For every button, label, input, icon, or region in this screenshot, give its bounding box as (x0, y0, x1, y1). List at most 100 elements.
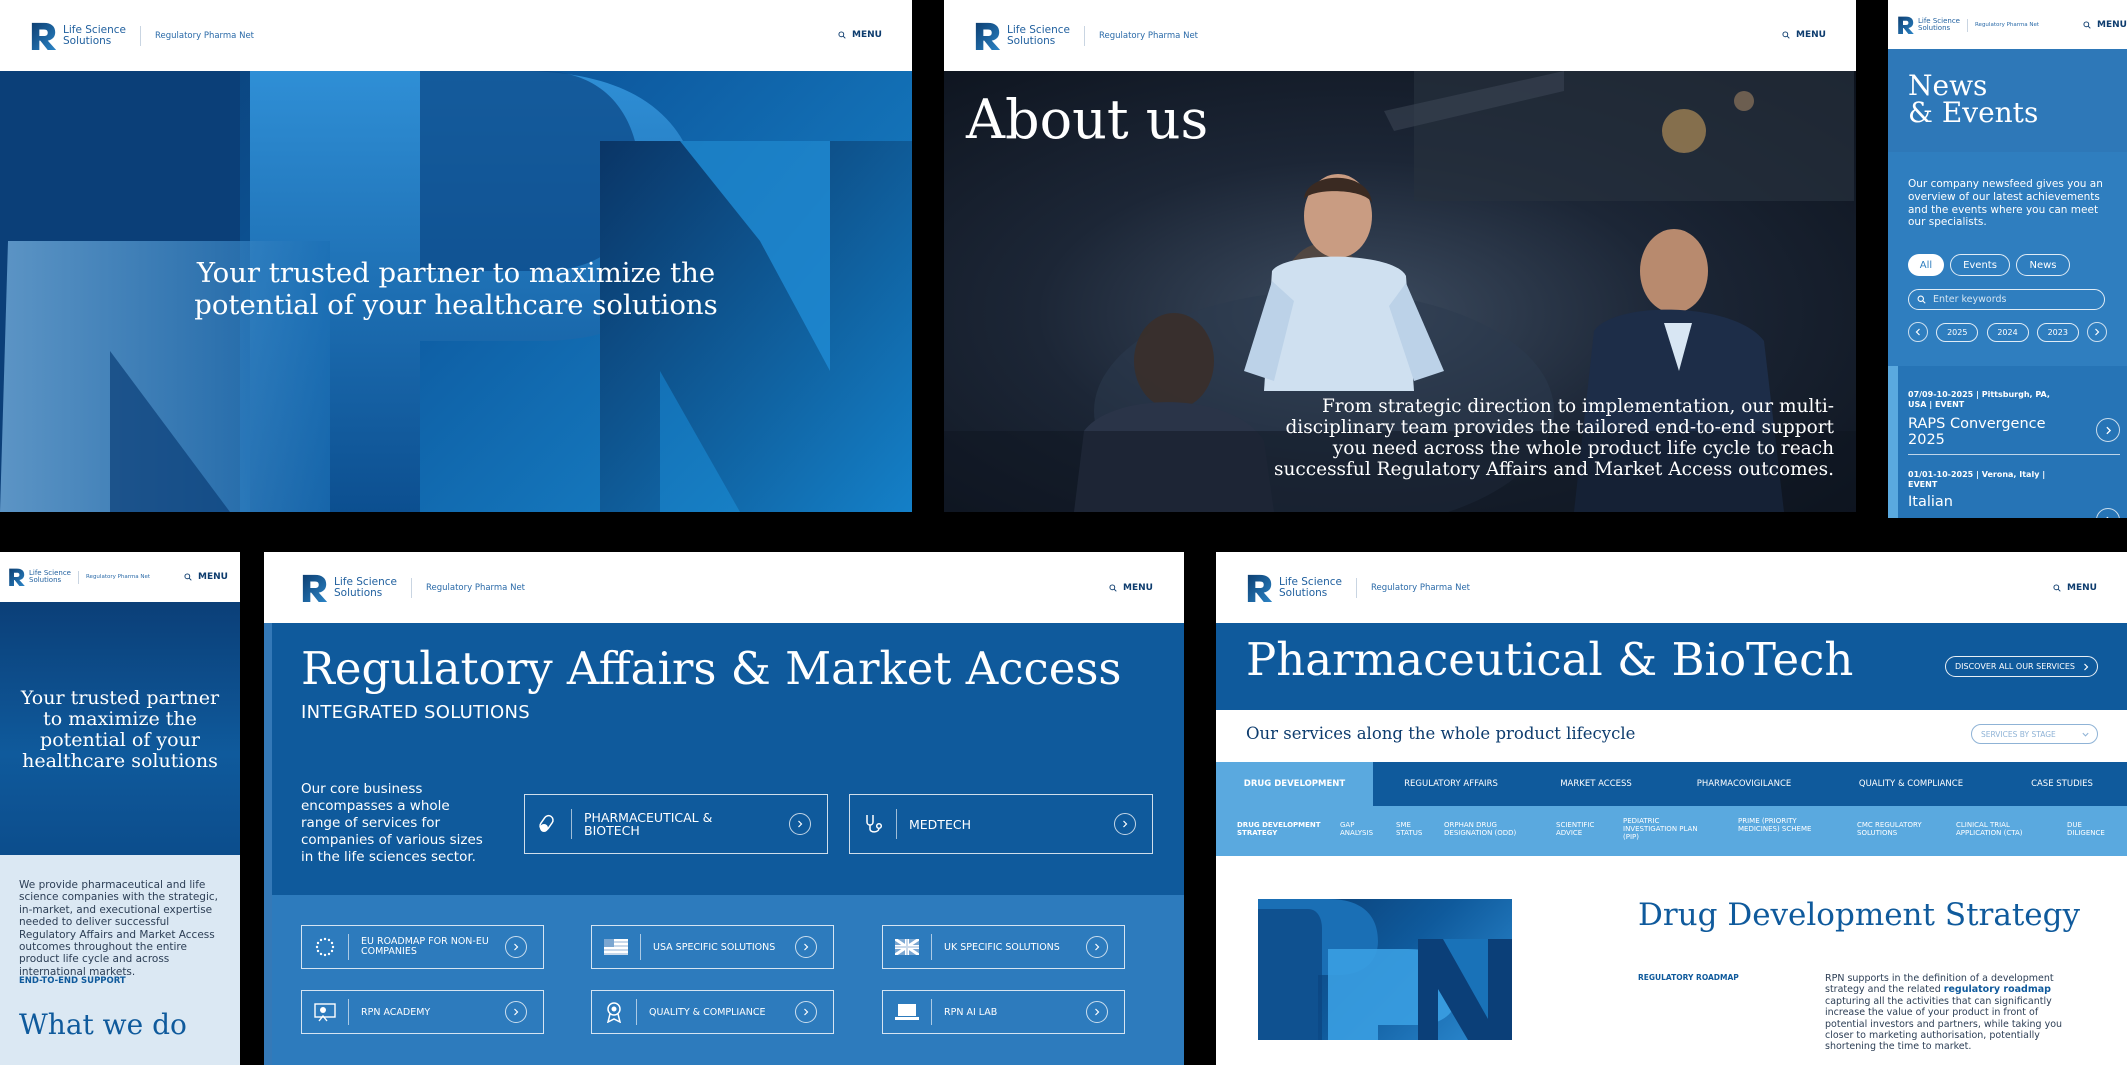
search-icon (2053, 584, 2061, 592)
site-logo[interactable]: Life Science Solutions Regulatory Pharma … (30, 21, 254, 51)
subtab-scientific-advice[interactable]: SCIENTIFIC ADVICE (1556, 821, 1606, 838)
tab-pharmacovigilance[interactable]: PHARMACOVIGILANCE (1663, 762, 1825, 806)
subtab-prime-scheme[interactable]: PRIME (PRIORITY MEDICINES) SCHEME (1738, 817, 1828, 834)
chevron-right-icon (1092, 942, 1102, 952)
news-item-meta: 07/09-10-2025 | Pittsburgh, PA, USA | EV… (1908, 390, 2050, 409)
filter-events[interactable]: Events (1950, 254, 2010, 276)
menu-label: MENU (1123, 583, 1153, 593)
subtab-sme-status[interactable]: SME STATUS (1396, 821, 1430, 838)
year-2023[interactable]: 2023 (2036, 322, 2079, 342)
card-pharmaceutical[interactable]: PHARMACEUTICAL & BIOTECH (524, 794, 828, 854)
chevron-right-icon (2092, 327, 2102, 337)
tile[interactable]: RPN AI LAB (882, 990, 1125, 1034)
tile-arrow-button[interactable] (505, 936, 527, 958)
laptop-icon (895, 1004, 919, 1020)
tile-arrow-button[interactable] (505, 1001, 527, 1023)
tab-regulatory-affairs[interactable]: REGULATORY AFFAIRS (1373, 762, 1529, 806)
news-item[interactable]: 07/09-10-2025 | Pittsburgh, PA, USA | EV… (1908, 390, 2120, 456)
subtab-gap-analysis[interactable]: GAP ANALYSIS (1340, 821, 1384, 838)
chevron-right-icon (2103, 425, 2114, 436)
tile-arrow-button[interactable] (795, 936, 817, 958)
tile[interactable]: RPN ACADEMY (301, 990, 544, 1034)
tab-drug-development[interactable]: DRUG DEVELOPMENT (1216, 762, 1373, 806)
discover-services-button[interactable]: DISCOVER ALL OUR SERVICES (1945, 656, 2098, 677)
subtab-orphan-drug[interactable]: ORPHAN DRUG DESIGNATION (ODD) (1444, 821, 1530, 838)
menu-button[interactable]: MENU (1782, 30, 1826, 40)
menu-button[interactable]: MENU (184, 572, 228, 582)
site-logo[interactable]: Life Science Solutions Regulatory Pharma … (974, 21, 1198, 51)
menu-button[interactable]: MENU (1109, 583, 1153, 593)
site-logo[interactable]: Life Science Solutions Regulatory Pharma … (301, 573, 525, 603)
menu-button[interactable]: MENU (2083, 20, 2127, 30)
subtab-pediatric-plan[interactable]: PEDIATRIC INVESTIGATION PLAN (PIP) (1623, 817, 1715, 841)
subtab-clinical-trial[interactable]: CLINICAL TRIAL APPLICATION (CTA) (1956, 821, 2040, 838)
card-arrow-button[interactable] (789, 813, 811, 835)
news-item-title: Italian (1908, 494, 1953, 510)
stage-select[interactable]: SERVICES BY STAGE (1971, 724, 2098, 744)
site-logo[interactable]: Life Science Solutions Regulatory Pharma … (1897, 15, 2039, 35)
news-title: News & Events (1908, 71, 2039, 130)
chevron-right-icon (801, 942, 811, 952)
tab-case-studies[interactable]: CASE STUDIES (1997, 762, 2127, 806)
news-item-title: RAPS Convergence 2025 (1908, 416, 2046, 449)
hero-banner: Your trusted partner to maximize the pot… (0, 71, 912, 512)
card-label: PHARMACEUTICAL & BIOTECH (584, 809, 713, 838)
site-logo[interactable]: Life Science Solutions Regulatory Pharma … (1246, 573, 1470, 603)
rpn-logo-icon (1897, 15, 1915, 35)
logo-line2: Solutions (29, 576, 62, 584)
us-flag-icon (604, 939, 628, 955)
about-title: About us (966, 88, 1209, 151)
search-icon (1109, 584, 1117, 592)
page-title: Pharmaceutical & BioTech (1246, 633, 1854, 686)
tile-arrow-button[interactable] (1086, 936, 1108, 958)
logo-line2: Solutions (1007, 35, 1056, 47)
news-search-field[interactable]: Enter keywords (1908, 289, 2105, 310)
subtab-due-diligence[interactable]: DUE DILIGENCE (2067, 821, 2117, 838)
year-2024[interactable]: 2024 (1986, 322, 2029, 342)
chevron-right-icon (1120, 819, 1130, 829)
news-title-line2: & Events (1908, 96, 2039, 130)
tile[interactable]: QUALITY & COMPLIANCE (591, 990, 834, 1034)
solutions-band (272, 895, 1184, 1065)
menu-button[interactable]: MENU (2053, 583, 2097, 593)
news-list: 07/09-10-2025 | Pittsburgh, PA, USA | EV… (1888, 366, 2127, 518)
mobile-intro: We provide pharmaceutical and life scien… (19, 879, 219, 978)
end-to-end-link[interactable]: END-TO-END SUPPORT (19, 976, 126, 986)
year-2025[interactable]: 2025 (1936, 322, 1979, 342)
tile[interactable]: EU ROADMAP FOR NON-EU COMPANIES (301, 925, 544, 969)
card-medtech[interactable]: MEDTECH (849, 794, 1153, 854)
next-year-button[interactable] (2087, 322, 2107, 342)
tab-market-access[interactable]: MARKET ACCESS (1529, 762, 1663, 806)
site-header: Life Science Solutions Regulatory Pharma … (944, 0, 1856, 71)
tile[interactable]: UK SPECIFIC SOLUTIONS (882, 925, 1125, 969)
news-item[interactable]: 01/01-10-2025 | Verona, Italy | EVENT It… (1908, 470, 2120, 518)
card-arrow-button[interactable] (1114, 813, 1136, 835)
site-logo[interactable]: Life Science Solutions Regulatory Pharma … (8, 567, 150, 587)
search-icon (838, 31, 846, 39)
uk-flag-icon (895, 939, 919, 955)
regulatory-roadmap-label: REGULATORY ROADMAP (1638, 973, 1739, 982)
prev-year-button[interactable] (1908, 322, 1928, 342)
subtab-cmc-regulatory[interactable]: CMC REGULATORY SOLUTIONS (1857, 821, 1937, 838)
subtab-drug-development-strategy[interactable]: DRUG DEVELOPMENT STRATEGY (1237, 821, 1325, 838)
tile[interactable]: USA SPECIFIC SOLUTIONS (591, 925, 834, 969)
regulatory-roadmap-link[interactable]: regulatory roadmap (1944, 984, 2051, 995)
mobile-headline: Your trusted partner to maximize the pot… (20, 687, 220, 772)
tile-arrow-button[interactable] (1086, 1001, 1108, 1023)
menu-label: MENU (2067, 583, 2097, 593)
hero-headline: Your trusted partner to maximize the pot… (194, 257, 718, 322)
logo-subtitle: Regulatory Pharma Net (1974, 22, 2040, 28)
search-icon (184, 573, 192, 581)
pill-icon (539, 814, 554, 832)
site-header: Life Science Solutions Regulatory Pharma … (1888, 0, 2127, 49)
menu-button[interactable]: MENU (838, 30, 882, 40)
chevron-right-icon (801, 1007, 811, 1017)
site-header: Life Science Solutions Regulatory Pharma … (0, 552, 240, 602)
news-item-arrow-button[interactable] (2096, 418, 2120, 442)
menu-label: MENU (2097, 20, 2127, 30)
filter-all[interactable]: All (1908, 254, 1944, 276)
filter-news[interactable]: News (2016, 254, 2070, 276)
tab-quality-compliance[interactable]: QUALITY & COMPLIANCE (1825, 762, 1997, 806)
search-placeholder: Enter keywords (1933, 294, 2007, 305)
tile-arrow-button[interactable] (795, 1001, 817, 1023)
